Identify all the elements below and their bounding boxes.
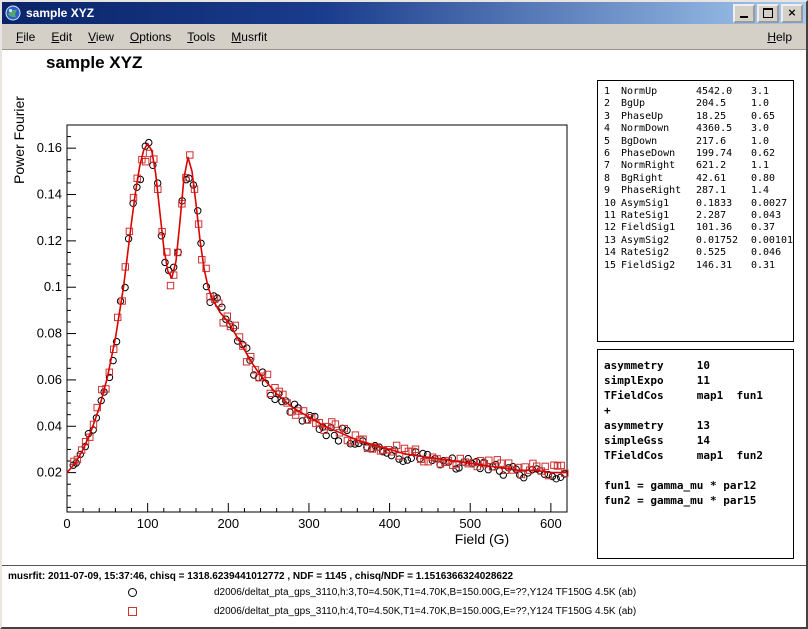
series-circles bbox=[70, 139, 568, 482]
svg-text:200: 200 bbox=[217, 516, 239, 531]
svg-text:500: 500 bbox=[459, 516, 481, 531]
param-row: 5BgDown217.61.0 bbox=[604, 136, 793, 148]
parameter-box: 1NormUp4542.03.12BgUp204.51.03PhaseUp18.… bbox=[597, 80, 794, 342]
svg-text:0: 0 bbox=[63, 516, 70, 531]
window-controls: × bbox=[733, 4, 803, 23]
close-icon: × bbox=[787, 8, 796, 18]
theory-box: asymmetry 10simplExpo 11TFieldCos map1 f… bbox=[597, 349, 794, 559]
legend-label: d2006/deltat_pta_gps_3110,h:4,T0=4.50K,T… bbox=[214, 606, 636, 617]
theory-line: + bbox=[604, 403, 793, 418]
param-row: 12FieldSig1101.360.37 bbox=[604, 222, 793, 234]
param-row: 11RateSig12.2870.043 bbox=[604, 210, 793, 222]
menu-help[interactable]: Help bbox=[759, 27, 800, 47]
svg-text:0.02: 0.02 bbox=[37, 465, 62, 480]
legend-label: d2006/deltat_pta_gps_3110,h:3,T0=4.50K,T… bbox=[214, 587, 636, 598]
svg-text:0.06: 0.06 bbox=[37, 372, 62, 387]
minimize-button[interactable] bbox=[733, 4, 755, 23]
y-axis: 0.02 0.04 0.06 0.08 0.1 0.12 0.14 0.16 Power Fou… bbox=[11, 96, 76, 508]
menu-view[interactable]: View bbox=[80, 27, 122, 47]
svg-text:0.1: 0.1 bbox=[44, 279, 62, 294]
param-row: 1NormUp4542.03.1 bbox=[604, 86, 793, 98]
svg-text:0.08: 0.08 bbox=[37, 326, 62, 341]
theory-line: asymmetry 13 bbox=[604, 418, 793, 433]
param-row: 15FieldSig2146.310.31 bbox=[604, 260, 793, 272]
theory-line bbox=[604, 463, 793, 478]
plot-legend: d2006/deltat_pta_gps_3110,h:3,T0=4.50K,T… bbox=[2, 584, 802, 622]
param-row: 9PhaseRight287.11.4 bbox=[604, 185, 793, 197]
param-row: 7NormRight621.21.1 bbox=[604, 160, 793, 172]
theory-line: simpleGss 14 bbox=[604, 433, 793, 448]
fit-line bbox=[67, 144, 567, 473]
svg-text:0.04: 0.04 bbox=[37, 418, 62, 433]
param-row: 8BgRight42.610.80 bbox=[604, 173, 793, 185]
maximize-button[interactable] bbox=[757, 4, 779, 23]
theory-line: fun1 = gamma_mu * par12 bbox=[604, 478, 793, 493]
fourier-plot[interactable]: 0 100 200 300 400 500 600 Field (G) 0.02 0.04 0.06… bbox=[2, 50, 602, 565]
param-table: 1NormUp4542.03.12BgUp204.51.03PhaseUp18.… bbox=[604, 86, 793, 272]
plot-frame bbox=[67, 125, 567, 512]
svg-text:0.12: 0.12 bbox=[37, 233, 62, 248]
open-square-marker-icon bbox=[128, 607, 137, 616]
svg-text:300: 300 bbox=[298, 516, 320, 531]
maximize-icon bbox=[763, 8, 773, 18]
svg-text:600: 600 bbox=[540, 516, 562, 531]
svg-text:0.16: 0.16 bbox=[37, 140, 62, 155]
theory-line: simplExpo 11 bbox=[604, 373, 793, 388]
theory-line: asymmetry 10 bbox=[604, 358, 793, 373]
svg-text:400: 400 bbox=[379, 516, 401, 531]
fit-stats: musrfit: 2011-07-09, 15:37:46, chisq = 1… bbox=[8, 571, 513, 582]
menu-edit[interactable]: Edit bbox=[43, 27, 80, 47]
root-canvas[interactable]: sample XYZ 0100200300400500600Field (G)0… bbox=[2, 50, 806, 628]
theory-line: fun2 = gamma_mu * par15 bbox=[604, 493, 793, 508]
legend-row-run4: d2006/deltat_pta_gps_3110,h:4,T0=4.50K,T… bbox=[2, 603, 802, 622]
y-axis-title: Power Fourier bbox=[11, 96, 27, 184]
svg-text:0.14: 0.14 bbox=[37, 187, 62, 202]
theory-line: TFieldCos map1 fun2 bbox=[604, 448, 793, 463]
param-row: 3PhaseUp18.250.65 bbox=[604, 111, 793, 123]
legend-row-run3: d2006/deltat_pta_gps_3110,h:3,T0=4.50K,T… bbox=[2, 584, 802, 603]
menu-file[interactable]: File bbox=[8, 27, 43, 47]
param-row: 14RateSig20.5250.046 bbox=[604, 247, 793, 259]
minimize-icon bbox=[740, 16, 748, 18]
pad-divider bbox=[2, 565, 806, 566]
titlebar[interactable]: sample XYZ × bbox=[2, 2, 806, 24]
param-row: 6PhaseDown199.740.62 bbox=[604, 148, 793, 160]
x-axis-title: Field (G) bbox=[455, 531, 509, 547]
svg-text:100: 100 bbox=[137, 516, 159, 531]
x-axis: 0 100 200 300 400 500 600 Field (G) bbox=[63, 503, 567, 547]
menu-options[interactable]: Options bbox=[122, 27, 179, 47]
menu-musrfit[interactable]: Musrfit bbox=[223, 27, 275, 47]
param-row: 4NormDown4360.53.0 bbox=[604, 123, 793, 135]
close-button[interactable]: × bbox=[781, 4, 803, 23]
window-title: sample XYZ bbox=[26, 6, 733, 20]
theory-line: TFieldCos map1 fun1 bbox=[604, 388, 793, 403]
menubar: File Edit View Options Tools Musrfit Hel… bbox=[2, 24, 806, 50]
app-window: sample XYZ × File Edit View Options Tool… bbox=[0, 0, 808, 629]
open-circle-marker-icon bbox=[128, 588, 137, 597]
series-squares bbox=[71, 150, 568, 479]
param-row: 13AsymSig20.017520.00101 bbox=[604, 235, 793, 247]
app-icon bbox=[5, 5, 21, 21]
param-row: 10AsymSig10.18330.0027 bbox=[604, 198, 793, 210]
menu-tools[interactable]: Tools bbox=[179, 27, 223, 47]
param-row: 2BgUp204.51.0 bbox=[604, 98, 793, 110]
